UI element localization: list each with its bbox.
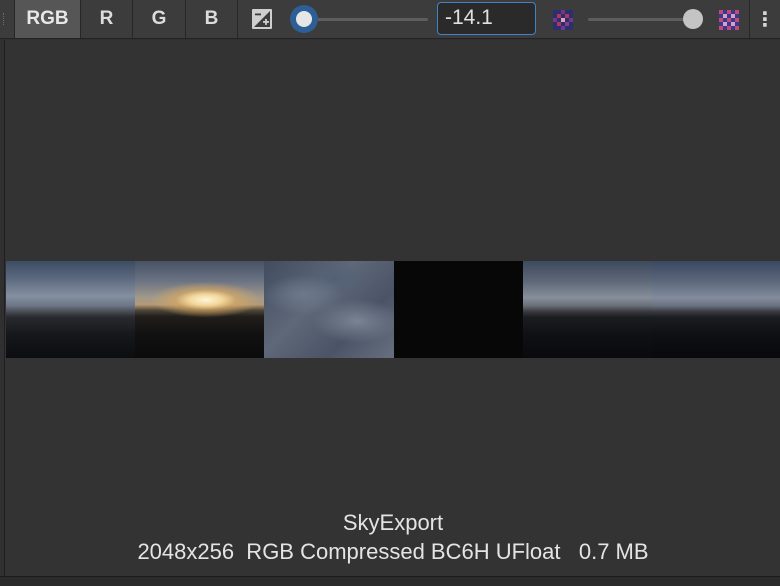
exposure-slider-track[interactable] — [300, 18, 428, 21]
exposure-slider-knob[interactable] — [290, 5, 318, 33]
channel-g-button[interactable]: G — [133, 0, 186, 38]
cubemap-strip-image — [6, 261, 780, 358]
bottom-status-bar — [0, 576, 780, 586]
cubemap-face-4 — [394, 261, 523, 358]
channel-r-button[interactable]: R — [81, 0, 133, 38]
channel-rgb-button[interactable]: RGB — [14, 0, 81, 38]
asset-name-label: SkyExport — [342, 510, 444, 535]
texture-preview-window: RGB R G B -14.1 ⋮ SkyExport 2048x256 RGB… — [0, 0, 780, 586]
toolbar-grip-handle[interactable] — [3, 13, 6, 25]
checker-small-icon — [553, 10, 573, 30]
mip-level-slider[interactable] — [588, 0, 706, 38]
exposure-value-field[interactable]: -14.1 — [437, 2, 536, 35]
mip-level-slider-knob[interactable] — [683, 9, 703, 29]
cubemap-face-6 — [652, 261, 780, 358]
texture-preview-area[interactable]: SkyExport 2048x256 RGB Compressed BC6H U… — [4, 40, 780, 576]
cubemap-face-2 — [135, 261, 264, 358]
asset-details-label: 2048x256 RGB Compressed BC6H UFloat 0.7 … — [137, 539, 649, 564]
cubemap-face-3 — [264, 261, 394, 358]
cubemap-face-5 — [523, 261, 652, 358]
exposure-slider[interactable] — [290, 0, 430, 38]
channel-b-button[interactable]: B — [186, 0, 238, 38]
vertical-ellipsis-icon[interactable]: ⋮ — [755, 5, 775, 33]
checker-large-icon — [719, 10, 739, 30]
mip-level-slider-track[interactable] — [588, 18, 694, 21]
preview-toolbar: RGB R G B -14.1 ⋮ — [0, 0, 780, 39]
toolbar-divider — [749, 0, 750, 38]
cubemap-face-1 — [6, 261, 135, 358]
exposure-icon[interactable] — [251, 8, 273, 30]
